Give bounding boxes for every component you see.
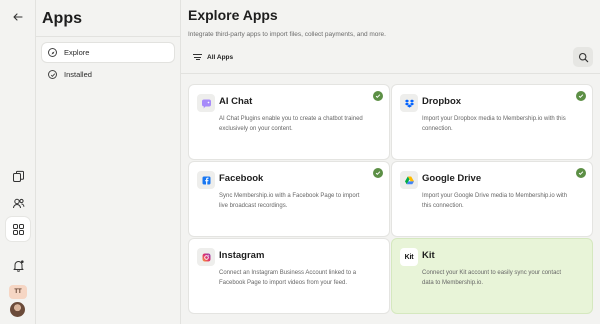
page-subtitle: Integrate third-party apps to import fil… [188,31,386,38]
avatar[interactable] [10,302,25,317]
app-title: Google Drive [422,173,482,184]
copy-icon[interactable] [6,164,30,188]
installed-check-icon [576,91,586,101]
app-description: Import your Dropbox media to Membership.… [422,116,566,132]
app-card-ai-chat[interactable]: AI Chat AI Chat Plugins enable you to cr… [188,84,390,160]
installed-check-icon [373,91,383,101]
app-card-facebook[interactable]: Facebook Sync Membership.io with a Faceb… [188,161,390,237]
app-title: Instagram [219,250,265,261]
app-card-google-drive[interactable]: Google Drive Import your Google Drive me… [391,161,593,237]
search-button[interactable] [573,47,593,67]
check-circle-icon [48,70,57,79]
ai-chat-logo-icon [197,94,215,112]
app-title: AI Chat [219,96,253,107]
nav-item-installed[interactable]: Installed [42,65,174,84]
app-description: Sync Membership.io with a Facebook Page … [219,193,360,209]
nav-item-label: Installed [64,70,92,79]
search-icon [578,52,588,62]
app-description: Connect an Instagram Business Account li… [219,270,357,286]
page-title: Explore Apps [188,7,278,23]
app-title: Dropbox [422,96,462,107]
google-drive-logo-icon [400,171,418,189]
avatar-initials[interactable]: TT [9,285,27,299]
compass-icon [48,48,57,57]
app-title: Kit [422,250,435,261]
facebook-logo-icon [197,171,215,189]
app-card-kit[interactable]: Kit Kit Connect your Kit account to easi… [391,238,593,314]
nav-item-explore[interactable]: Explore [42,43,174,62]
apps-grid-icon[interactable] [6,217,30,241]
apps-panel: Apps Explore Installed [36,0,181,324]
users-icon[interactable] [6,191,30,215]
kit-logo-icon: Kit [400,248,418,266]
main-content: Explore Apps Integrate third-party apps … [181,0,600,324]
divider [181,73,600,74]
dropbox-logo-icon [400,94,418,112]
icon-rail: TT [0,0,36,324]
app-card-dropbox[interactable]: Dropbox Import your Dropbox media to Mem… [391,84,593,160]
filter-all-apps[interactable]: All Apps [193,50,233,64]
kit-logo-text: Kit [404,253,414,261]
panel-title: Apps [42,10,82,27]
nav-item-label: Explore [64,48,90,57]
installed-check-icon [576,168,586,178]
app-description: AI Chat Plugins enable you to create a c… [219,116,363,132]
back-arrow-icon[interactable] [6,5,30,29]
app-description: Import your Google Drive media to Member… [422,193,568,209]
bell-icon[interactable] [6,253,30,277]
divider [36,36,180,37]
installed-check-icon [373,168,383,178]
instagram-logo-icon [197,248,215,266]
app-description: Connect your Kit account to easily sync … [422,270,562,286]
app-card-instagram[interactable]: Instagram Connect an Instagram Business … [188,238,390,314]
filter-label: All Apps [207,53,234,61]
filter-icon [193,53,202,62]
app-title: Facebook [219,173,264,184]
